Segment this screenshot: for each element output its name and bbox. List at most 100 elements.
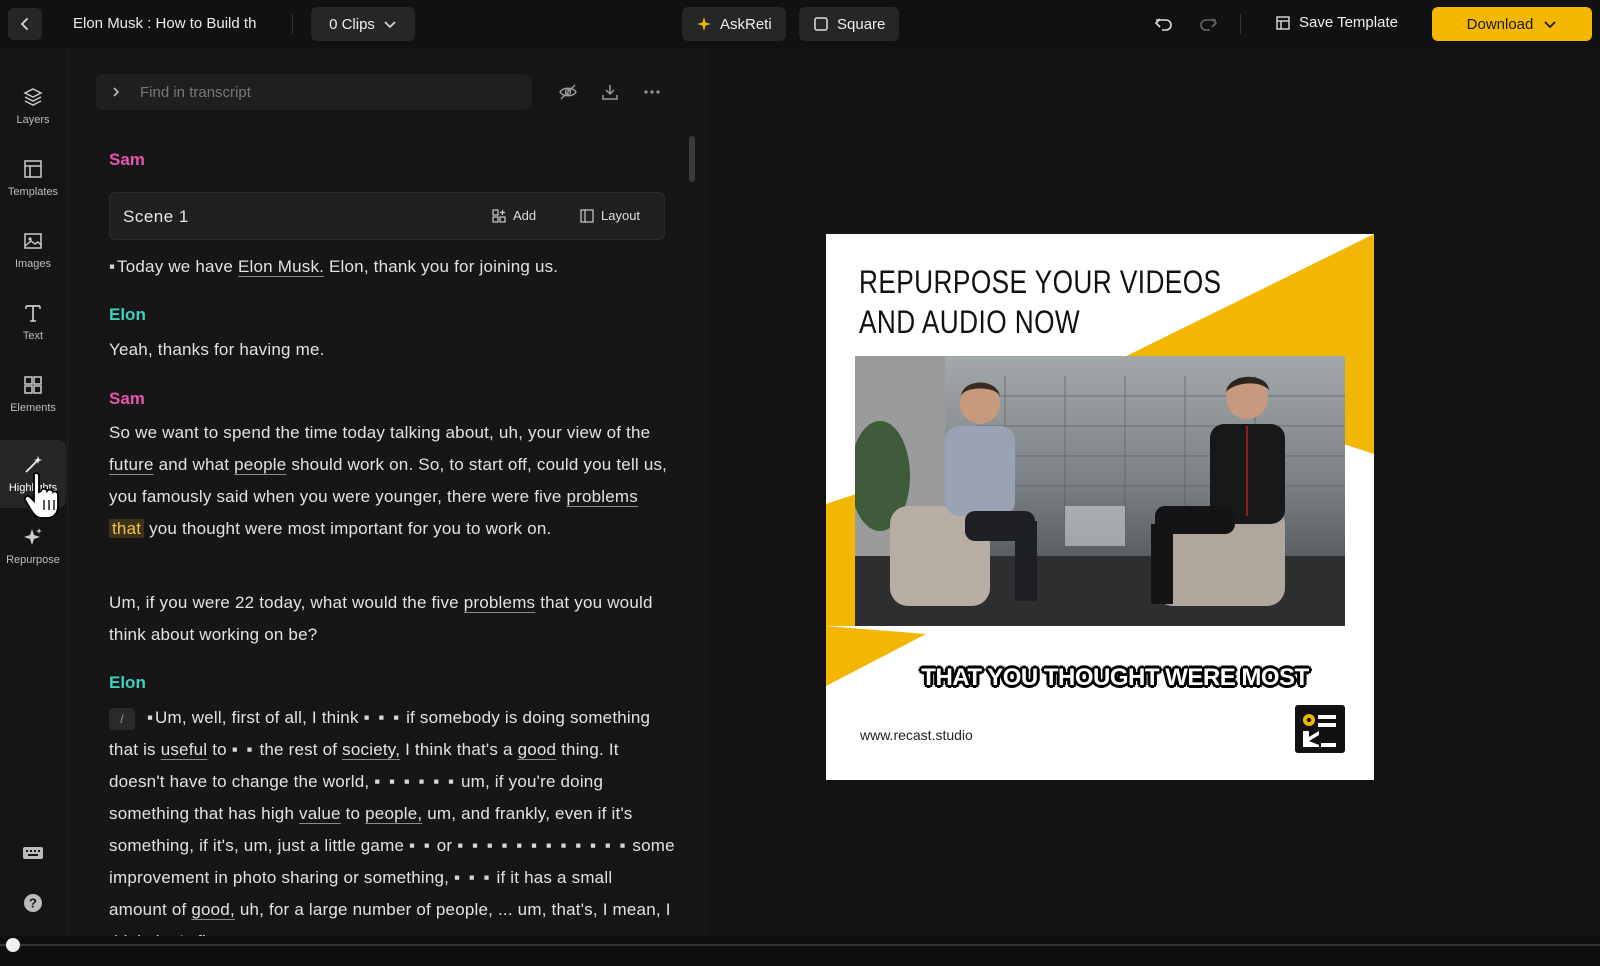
save-template-label: Save Template — [1299, 14, 1398, 31]
image-icon — [24, 233, 42, 249]
elements-icon — [24, 376, 42, 394]
svg-text:?: ? — [29, 896, 37, 911]
timeline-track[interactable] — [0, 944, 1600, 946]
scene-header: Scene 1 Add Layout — [109, 192, 665, 240]
download-icon — [602, 85, 618, 100]
brand-logo[interactable] — [1295, 705, 1345, 753]
sidebar-item-label: Text — [22, 330, 44, 342]
video-caption[interactable]: THAT YOU THOUGHT WERE MOST — [826, 664, 1374, 692]
keyword[interactable]: people, — [365, 804, 422, 823]
keyword[interactable]: problems — [464, 593, 536, 612]
recast-logo-icon — [1303, 714, 1336, 747]
add-scene-button[interactable]: Add — [492, 208, 536, 223]
redo-icon — [1200, 18, 1218, 31]
transcript-paragraph[interactable]: / ▪Um, well, first of all, I think ▪ ▪ ▪ … — [109, 702, 675, 948]
download-button[interactable]: Download — [1432, 7, 1592, 41]
website-url[interactable]: www.recast.studio — [860, 727, 973, 743]
card-headline[interactable]: REPURPOSE YOUR VIDEOS AND AUDIO NOW — [859, 262, 1221, 342]
speaker-label[interactable]: Sam — [109, 150, 145, 170]
aspect-ratio-button[interactable]: Square — [799, 7, 900, 41]
speaker-label[interactable]: Elon — [109, 673, 146, 693]
askreti-label: AskReti — [720, 15, 772, 33]
template-icon — [1276, 15, 1290, 30]
top-bar: Elon Musk : How to Build th 0 Clips AskR… — [0, 0, 1600, 48]
aspect-label: Square — [837, 15, 886, 33]
playback-timeline — [0, 936, 1600, 966]
highlighted-word[interactable]: that — [109, 519, 145, 538]
clips-label: 0 Clips — [329, 15, 375, 33]
transcript-paragraph[interactable]: Yeah, thanks for having me. — [109, 334, 675, 366]
undo-icon — [1154, 18, 1172, 31]
keyword[interactable]: useful — [161, 740, 208, 759]
keyword[interactable]: future — [109, 455, 154, 474]
undo-button[interactable] — [1152, 12, 1176, 36]
redo-button[interactable] — [1196, 12, 1220, 36]
video-preview-card[interactable]: REPURPOSE YOUR VIDEOS AND AUDIO NOW THAT… — [826, 234, 1374, 780]
help-button[interactable]: ? — [18, 888, 48, 918]
keyword[interactable]: problems — [566, 487, 638, 506]
scene-title[interactable]: Scene 1 — [123, 207, 189, 227]
chevron-right-icon[interactable] — [110, 86, 122, 98]
playhead-handle[interactable] — [6, 938, 20, 952]
sidebar-item-templates[interactable]: Templates — [0, 144, 66, 212]
sidebar-item-label: Templates — [7, 186, 59, 198]
layout-label: Layout — [601, 208, 641, 223]
transcript-paragraph[interactable]: Um, if you were 22 today, what would the… — [109, 587, 675, 651]
transcript-paragraph[interactable]: So we want to spend the time today talki… — [109, 417, 675, 545]
keyword[interactable]: people — [234, 455, 286, 474]
chevron-down-icon — [1544, 21, 1556, 29]
clips-dropdown[interactable]: 0 Clips — [311, 7, 415, 41]
divider — [292, 14, 293, 34]
more-options-button[interactable] — [640, 80, 664, 104]
sidebar-item-repurpose[interactable]: Repurpose — [0, 512, 66, 580]
project-title[interactable]: Elon Musk : How to Build th — [73, 15, 268, 32]
keyword[interactable]: good, — [191, 900, 235, 919]
layers-icon — [23, 88, 43, 106]
sparkle-icon — [24, 528, 42, 545]
eye-off-icon — [559, 84, 577, 100]
sidebar-item-text[interactable]: Text — [0, 288, 66, 356]
sidebar-item-label: Elements — [10, 402, 56, 414]
askreti-button[interactable]: AskReti — [682, 7, 786, 41]
interview-scene-image — [855, 356, 1345, 626]
more-horizontal-icon — [644, 90, 660, 94]
download-label: Download — [1466, 15, 1534, 33]
help-icon: ? — [24, 894, 42, 912]
transcript-search — [96, 74, 532, 110]
transcript-paragraph[interactable]: ▪Today we have Elon Musk. Elon, thank yo… — [109, 251, 675, 283]
add-label: Add — [513, 208, 537, 223]
keyword[interactable]: Elon Musk. — [238, 257, 324, 276]
sidebar-item-layers[interactable]: Layers — [0, 72, 66, 140]
chevron-left-icon — [20, 18, 28, 30]
sidebar-item-elements[interactable]: Elements — [0, 360, 66, 428]
pause-chip[interactable]: / — [109, 707, 135, 730]
transcript-scrollbar[interactable] — [689, 136, 695, 182]
square-icon — [814, 17, 828, 31]
chevron-down-icon — [384, 21, 396, 29]
sidebar-item-label: Layers — [16, 114, 50, 126]
preview-canvas: REPURPOSE YOUR VIDEOS AND AUDIO NOW THAT… — [710, 48, 1600, 936]
keyword[interactable]: society, — [342, 740, 400, 759]
find-in-transcript-input[interactable] — [140, 83, 500, 101]
layout-icon — [580, 208, 594, 223]
add-grid-icon — [492, 208, 506, 223]
keyword[interactable]: good — [518, 740, 557, 759]
keyboard-shortcuts-button[interactable] — [18, 838, 48, 868]
speaker-label[interactable]: Sam — [109, 389, 145, 409]
sidebar-item-images[interactable]: Images — [0, 216, 66, 284]
layout-button[interactable]: Layout — [580, 208, 640, 223]
hide-button[interactable] — [556, 80, 580, 104]
speaker-label[interactable]: Elon — [109, 305, 146, 325]
divider — [1240, 14, 1241, 34]
keyword[interactable]: value — [299, 804, 341, 823]
export-transcript-button[interactable] — [598, 80, 622, 104]
save-template-button[interactable]: Save Template — [1275, 14, 1398, 31]
back-button[interactable] — [8, 8, 42, 40]
text-icon — [25, 305, 41, 322]
sparkle-icon — [697, 17, 711, 31]
transcript-panel: Sam Scene 1 Add Layout ▪Today we have El… — [68, 48, 710, 948]
sidebar-item-label: Images — [14, 258, 52, 270]
keyboard-icon — [23, 847, 43, 859]
video-frame[interactable] — [855, 356, 1345, 626]
hand-cursor-icon — [23, 472, 59, 519]
